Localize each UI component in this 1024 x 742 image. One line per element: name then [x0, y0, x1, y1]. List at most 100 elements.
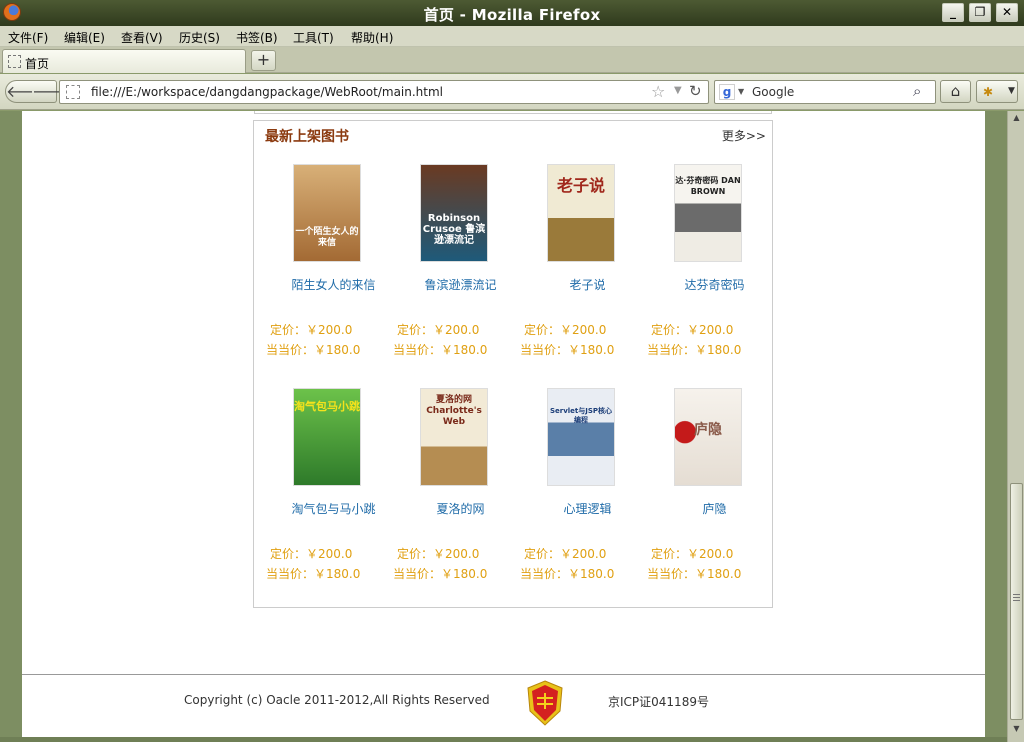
grip-icon [1013, 594, 1020, 603]
police-badge-icon [527, 680, 563, 726]
tab-home[interactable]: 首页 [2, 49, 246, 73]
minimize-button[interactable]: _ [942, 3, 964, 22]
previous-panel-bottom [254, 111, 772, 114]
content-viewport: 最新上架图书 更多>> 一个陌生女人的来信 陌生女人的来信 定价：￥200.0 … [0, 111, 1024, 742]
search-bar[interactable]: g ▼ Google ⌕ [714, 80, 936, 104]
book-item: Servlet与JSP核心编程 心理逻辑 定价：￥200.0 当当价：￥180.… [520, 388, 647, 588]
book-cover[interactable]: Robinson Crusoe 鲁滨逊漂流记 [420, 164, 488, 262]
book-cover[interactable]: 庐隐 [674, 388, 742, 486]
menu-edit[interactable]: 编辑(E) [64, 29, 105, 46]
firebug-icon: ✱ [983, 85, 994, 99]
search-magnifier-icon[interactable]: ⌕ [913, 82, 921, 100]
menu-help[interactable]: 帮助(H) [351, 29, 393, 46]
book-item: 达·芬奇密码 DAN BROWN 达芬奇密码 定价：￥200.0 当当价：￥18… [647, 164, 774, 364]
engine-dropdown-icon[interactable]: ▼ [738, 87, 744, 96]
dangdang-price: 当当价：￥180.0 [266, 343, 361, 357]
cover-title: 夏洛的网 Charlotte's Web [426, 395, 482, 427]
restore-button[interactable]: ❐ [969, 3, 991, 22]
cover-title: Robinson Crusoe 鲁滨逊漂流记 [422, 213, 486, 246]
menu-tools[interactable]: 工具(T) [293, 29, 334, 46]
tab-bar: 首页 + [0, 47, 1024, 73]
menu-file[interactable]: 文件(F) [8, 29, 48, 46]
book-item: 淘气包马小跳 淘气包与马小跳 定价：￥200.0 当当价：￥180.0 [266, 388, 393, 588]
page-footer: Copyright (c) Oacle 2011-2012,All Rights… [22, 674, 985, 737]
book-cover[interactable]: 一个陌生女人的来信 [293, 164, 361, 262]
book-cover[interactable]: Servlet与JSP核心编程 [547, 388, 615, 486]
menu-history[interactable]: 历史(S) [179, 29, 220, 46]
list-price: 定价：￥200.0 [270, 323, 353, 337]
book-cover[interactable]: 达·芬奇密码 DAN BROWN [674, 164, 742, 262]
menu-view[interactable]: 查看(V) [121, 29, 163, 46]
list-price: 定价：￥200.0 [397, 323, 480, 337]
list-price: 定价：￥200.0 [651, 323, 734, 337]
page-icon [8, 55, 21, 68]
reload-icon[interactable]: ↻ [689, 82, 702, 100]
book-title-link[interactable]: 陌生女人的来信 [266, 276, 401, 293]
book-item: 一个陌生女人的来信 陌生女人的来信 定价：￥200.0 当当价：￥180.0 [266, 164, 393, 364]
list-price: 定价：￥200.0 [270, 547, 353, 561]
dangdang-price: 当当价：￥180.0 [520, 567, 615, 581]
home-button[interactable]: ⌂ [940, 80, 971, 103]
book-title-link[interactable]: 鲁滨逊漂流记 [393, 276, 528, 293]
extension-button[interactable]: ✱ ▼ [976, 80, 1018, 103]
url-dropdown-icon[interactable]: ▼ [674, 85, 682, 96]
search-input[interactable]: Google [752, 85, 794, 99]
scroll-down-icon[interactable]: ▼ [1010, 724, 1023, 737]
book-title-link[interactable]: 达芬奇密码 [647, 276, 782, 293]
dangdang-price: 当当价：￥180.0 [266, 567, 361, 581]
cover-title: 庐隐 [694, 422, 722, 438]
web-page: 最新上架图书 更多>> 一个陌生女人的来信 陌生女人的来信 定价：￥200.0 … [22, 111, 985, 737]
panel-heading: 最新上架图书 [265, 129, 349, 145]
window-titlebar: 首页 - Mozilla Firefox _ ❐ ✕ [0, 0, 1024, 26]
tab-label: 首页 [25, 57, 50, 71]
dangdang-price: 当当价：￥180.0 [393, 343, 488, 357]
cover-title: 老子说 [556, 176, 605, 195]
url-bar[interactable]: file:///E:/workspace/dangdangpackage/Web… [59, 80, 709, 104]
list-price: 定价：￥200.0 [524, 323, 607, 337]
book-cover[interactable]: 淘气包马小跳 [293, 388, 361, 486]
dangdang-price: 当当价：￥180.0 [520, 343, 615, 357]
bookmark-star-icon[interactable]: ☆ [651, 82, 665, 101]
cover-title: Servlet与JSP核心编程 [549, 407, 613, 424]
forward-button[interactable]: 🡒 [32, 80, 75, 103]
copyright-text: Copyright (c) Oacle 2011-2012,All Rights… [184, 693, 490, 707]
more-link[interactable]: 更多>> [722, 127, 766, 144]
book-cover[interactable]: 老子说 [547, 164, 615, 262]
book-cover[interactable]: 夏洛的网 Charlotte's Web [420, 388, 488, 486]
scrollbar-thumb[interactable] [1010, 483, 1023, 720]
book-title-link[interactable]: 心理逻辑 [520, 500, 655, 517]
window-title: 首页 - Mozilla Firefox [423, 6, 601, 24]
chevron-down-icon: ▼ [1008, 86, 1015, 96]
book-item: Robinson Crusoe 鲁滨逊漂流记 鲁滨逊漂流记 定价：￥200.0 … [393, 164, 520, 364]
vertical-scrollbar[interactable]: ▲ ▼ [1007, 111, 1024, 742]
book-title-link[interactable]: 老子说 [520, 276, 655, 293]
cover-title: 达·芬奇密码 DAN BROWN [675, 176, 741, 196]
close-button[interactable]: ✕ [996, 3, 1018, 22]
book-title-link[interactable]: 夏洛的网 [393, 500, 528, 517]
site-identity-icon[interactable] [66, 85, 80, 99]
new-books-panel: 最新上架图书 更多>> 一个陌生女人的来信 陌生女人的来信 定价：￥200.0 … [253, 120, 773, 608]
list-price: 定价：￥200.0 [397, 547, 480, 561]
book-item: 庐隐 庐隐 定价：￥200.0 当当价：￥180.0 [647, 388, 774, 588]
list-price: 定价：￥200.0 [524, 547, 607, 561]
book-title-link[interactable]: 庐隐 [647, 500, 782, 517]
dangdang-price: 当当价：￥180.0 [393, 567, 488, 581]
cover-title: 一个陌生女人的来信 [295, 227, 359, 248]
google-engine-icon[interactable]: g [719, 84, 735, 100]
back-button[interactable]: 🡐 [5, 80, 49, 103]
navigation-toolbar: 🡐 🡒 file:///E:/workspace/dangdangpackage… [0, 74, 1024, 110]
new-tab-button[interactable]: + [251, 50, 276, 71]
scroll-up-icon[interactable]: ▲ [1010, 113, 1023, 126]
book-item: 夏洛的网 Charlotte's Web 夏洛的网 定价：￥200.0 当当价：… [393, 388, 520, 588]
dangdang-price: 当当价：￥180.0 [647, 567, 742, 581]
menu-bookmarks[interactable]: 书签(B) [236, 29, 278, 46]
menu-bar: 文件(F) 编辑(E) 查看(V) 历史(S) 书签(B) 工具(T) 帮助(H… [0, 26, 1024, 47]
book-title-link[interactable]: 淘气包与马小跳 [266, 500, 401, 517]
list-price: 定价：￥200.0 [651, 547, 734, 561]
dangdang-price: 当当价：￥180.0 [647, 343, 742, 357]
url-text[interactable]: file:///E:/workspace/dangdangpackage/Web… [91, 85, 443, 99]
cover-title: 淘气包马小跳 [294, 400, 360, 413]
icp-license-text: 京ICP证041189号 [608, 695, 709, 709]
book-item: 老子说 老子说 定价：￥200.0 当当价：￥180.0 [520, 164, 647, 364]
window-bottom-edge [0, 737, 1007, 742]
